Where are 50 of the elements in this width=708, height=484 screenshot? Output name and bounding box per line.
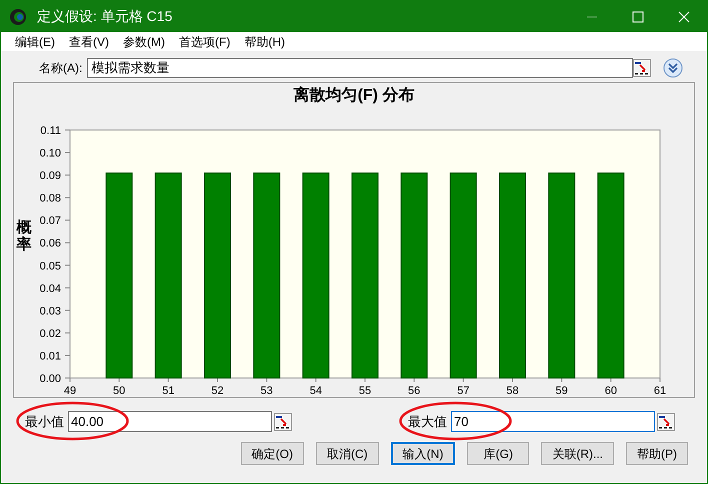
field-label: 最小值	[25, 412, 64, 431]
menu-item[interactable]: 帮助(H)	[244, 32, 285, 50]
x-tick-label: 54	[309, 385, 322, 397]
y-tick-label: 0.09	[39, 170, 60, 182]
cell-reference-icon[interactable]	[633, 58, 652, 76]
y-tick-label: 0.06	[39, 238, 60, 250]
x-tick-label: 58	[506, 385, 518, 397]
field-label: 最大值	[408, 412, 447, 431]
x-tick-label: 53	[260, 385, 272, 397]
dialog-button[interactable]: 确定(O)	[240, 442, 304, 465]
window-title: 定义假设: 单元格 C15	[37, 7, 172, 26]
chart-title: 离散均匀(F) 分布	[294, 85, 414, 106]
cell-reference-icon[interactable]	[657, 412, 675, 430]
x-tick-label: 51	[162, 385, 174, 397]
y-tick-label: 0.08	[39, 192, 60, 205]
y-tick-label: 0.03	[39, 305, 60, 318]
cell-reference-icon[interactable]	[274, 412, 292, 430]
y-tick-label: 0.07	[39, 215, 60, 228]
dialog-button[interactable]: 库(G)	[467, 442, 530, 465]
name-field[interactable]: 模拟需求数量	[87, 58, 634, 78]
x-tick-label: 60	[604, 385, 616, 397]
y-tick-label: 0.00	[39, 373, 60, 385]
menu-item[interactable]: 首选项(F)	[179, 32, 230, 50]
x-tick-label: 61	[653, 385, 666, 397]
value-field[interactable]: 70	[451, 411, 655, 432]
value-field[interactable]: 40.00	[68, 411, 272, 432]
x-tick-label: 49	[63, 385, 76, 397]
dialog-button[interactable]: 帮助(P)	[626, 442, 688, 465]
menu-item[interactable]: 参数(M)	[123, 32, 165, 50]
app-logo-icon	[9, 8, 27, 26]
dialog-button[interactable]: 取消(C)	[316, 442, 379, 465]
y-tick-label: 0.01	[39, 350, 60, 362]
x-tick-label: 52	[210, 385, 224, 397]
y-tick-label: 0.11	[40, 125, 60, 137]
y-tick-label: 0.02	[39, 328, 60, 340]
dialog-button[interactable]: 输入(N)	[390, 442, 456, 465]
y-tick-label: 0.05	[39, 260, 60, 272]
name-label: 名称(A):	[39, 60, 82, 76]
y-axis-label: 概率	[16, 220, 32, 253]
x-tick-label: 55	[358, 385, 371, 397]
menu-item[interactable]: 查看(V)	[69, 32, 109, 50]
x-tick-label: 50	[112, 385, 125, 397]
menu-item[interactable]: 编辑(E)	[15, 32, 55, 50]
expand-icon[interactable]	[663, 58, 684, 78]
x-tick-label: 57	[456, 385, 469, 397]
x-tick-label: 56	[408, 385, 420, 397]
y-tick-label: 0.10	[39, 148, 60, 160]
x-tick-label: 59	[555, 385, 568, 397]
y-tick-label: 0.04	[39, 282, 60, 295]
dialog-button[interactable]: 关联(R)...	[541, 442, 614, 465]
